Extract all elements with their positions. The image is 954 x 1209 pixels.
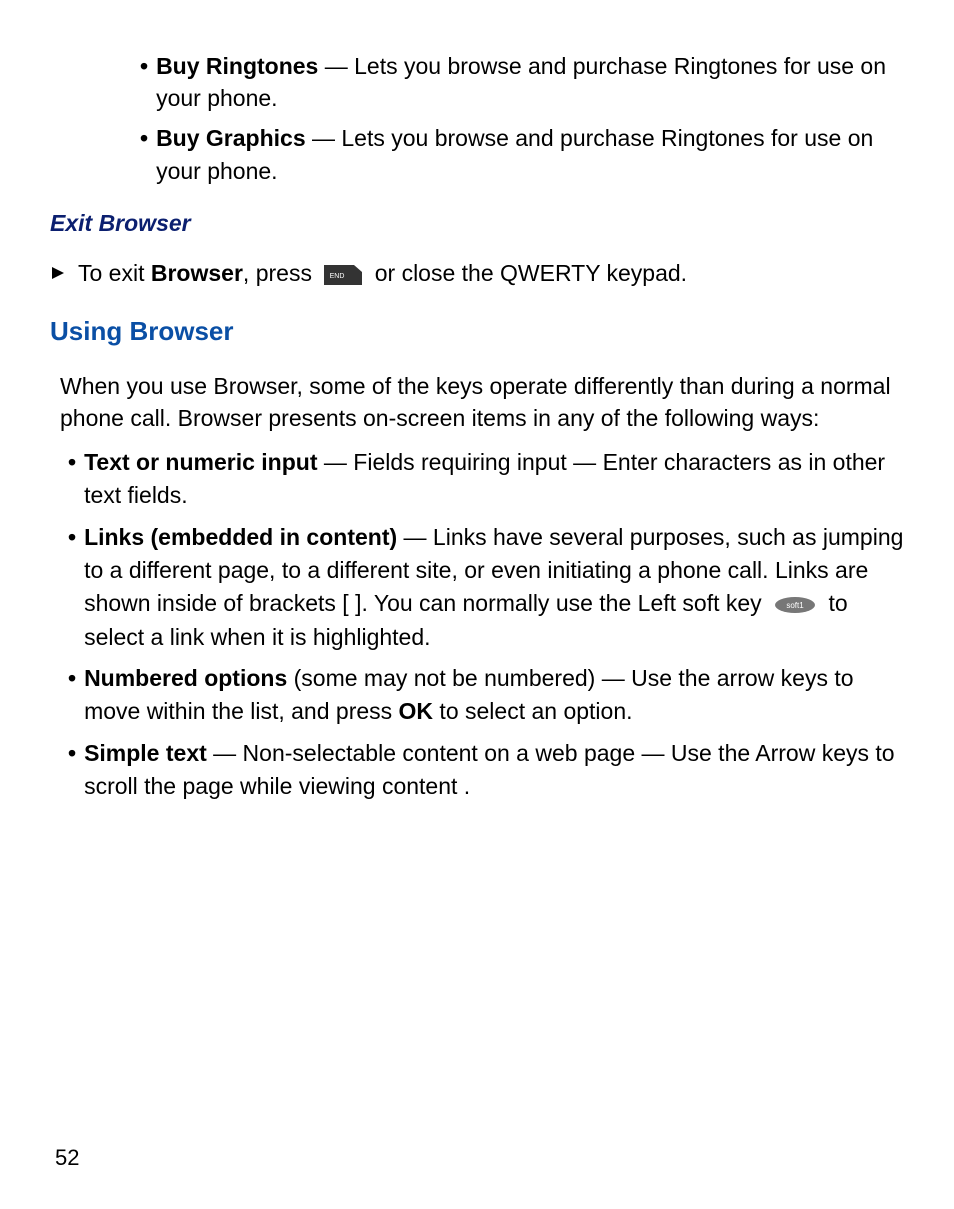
bullet-icon: • (68, 446, 76, 513)
bullet-icon: • (140, 122, 148, 186)
bullet-icon: • (68, 662, 76, 729)
bullet-label: Numbered options (84, 665, 287, 691)
list-item: • Buy Ringtones — Lets you browse and pu… (140, 50, 904, 114)
exit-text: To exit Browser, press END or close the … (78, 257, 687, 289)
bullet-text: Numbered options (some may not be number… (84, 662, 904, 729)
using-browser-heading: Using Browser (50, 313, 904, 349)
bullet-label: Simple text (84, 740, 207, 766)
soft-key-icon: soft1 (774, 596, 816, 614)
exit-mid: , press (243, 260, 318, 286)
list-item: • Simple text — Non-selectable content o… (68, 737, 904, 804)
bullet-label: Buy Ringtones (156, 53, 318, 79)
exit-post: or close the QWERTY keypad. (368, 260, 687, 286)
bullet-label: Text or numeric input (84, 449, 317, 475)
bullet-body-2: to select an option. (433, 698, 632, 724)
exit-bold: Browser (151, 260, 243, 286)
body-paragraph: When you use Browser, some of the keys o… (60, 370, 904, 434)
bullet-text: Links (embedded in content) — Links have… (84, 521, 904, 654)
bullet-icon: • (68, 521, 76, 654)
svg-text:END: END (330, 273, 345, 280)
inner-bullet-list: • Buy Ringtones — Lets you browse and pu… (140, 50, 904, 187)
list-item: • Links (embedded in content) — Links ha… (68, 521, 904, 654)
bullet-text: Buy Ringtones — Lets you browse and purc… (156, 50, 904, 114)
bullet-icon: • (68, 737, 76, 804)
bullet-text: Text or numeric input — Fields requiring… (84, 446, 904, 513)
page-number: 52 (55, 1143, 79, 1174)
bullet-label: Buy Graphics (156, 125, 306, 151)
list-item: • Text or numeric input — Fields requiri… (68, 446, 904, 513)
outer-bullet-list: • Text or numeric input — Fields requiri… (68, 446, 904, 803)
list-item: • Buy Graphics — Lets you browse and pur… (140, 122, 904, 186)
exit-step: To exit Browser, press END or close the … (50, 257, 904, 289)
end-key-icon: END (324, 265, 362, 285)
bullet-text: Buy Graphics — Lets you browse and purch… (156, 122, 904, 186)
exit-browser-heading: Exit Browser (50, 207, 904, 239)
svg-text:soft1: soft1 (786, 601, 804, 610)
triangle-right-icon (50, 265, 66, 281)
list-item: • Numbered options (some may not be numb… (68, 662, 904, 729)
exit-pre: To exit (78, 260, 151, 286)
bullet-label: Links (embedded in content) (84, 524, 397, 550)
bullet-bold-2: OK (399, 698, 434, 724)
bullet-text: Simple text — Non-selectable content on … (84, 737, 904, 804)
bullet-icon: • (140, 50, 148, 114)
